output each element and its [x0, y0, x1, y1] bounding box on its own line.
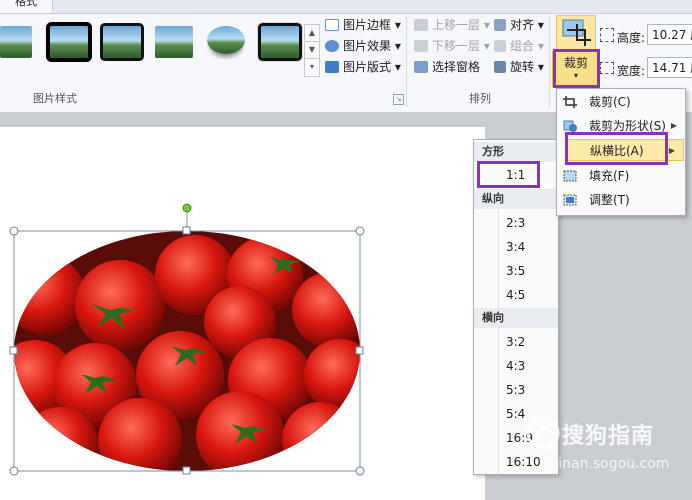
send-backward-button[interactable]: 下移一层 ▾ [414, 36, 490, 56]
chevron-right-icon: ▶ [668, 146, 675, 155]
picture-layout-icon [325, 61, 339, 73]
crop-icon [562, 19, 591, 46]
highlight-crop-button [553, 49, 600, 88]
picture-border-button[interactable]: 图片边框 ▾ [325, 15, 401, 35]
align-icon [494, 19, 506, 31]
style-thumbnail[interactable] [261, 26, 299, 58]
group-label: 组合 [510, 39, 535, 53]
group-divider [549, 16, 550, 108]
crop-button-top[interactable] [556, 15, 596, 52]
style-thumbnail[interactable] [155, 26, 193, 58]
selection-pane-label: 选择窗格 [432, 60, 481, 74]
picture-layout-label: 图片版式 [343, 60, 392, 74]
fit-icon [563, 194, 577, 206]
watermark-text: 搜狗指南 [562, 424, 655, 449]
selection-pane-icon [414, 61, 428, 73]
align-label: 对齐 [510, 18, 535, 32]
bring-forward-label: 上移一层 [432, 18, 481, 32]
picture-style-gallery: ▲ ▼ ▾ [0, 22, 320, 77]
height-icon [600, 28, 614, 42]
section-heading-landscape: 横向 [474, 308, 558, 328]
ratio-3-2[interactable]: 3:2 [474, 331, 558, 353]
width-icon [600, 62, 614, 74]
picture-effects-label: 图片效果 [343, 39, 392, 53]
style-thumbnail[interactable] [207, 26, 245, 54]
picture-layout-button[interactable]: 图片版式 ▾ [325, 57, 401, 77]
rotation-handle[interactable] [182, 203, 192, 213]
menu-item-label: 裁剪(C) [589, 95, 631, 109]
menu-item-crop[interactable]: 裁剪(C) [557, 91, 685, 113]
group-button[interactable]: 组合 ▾ [494, 36, 544, 56]
fill-icon [563, 170, 577, 182]
chevron-right-icon: ▶ [670, 121, 677, 130]
group-icon [494, 40, 506, 52]
ratio-2-3[interactable]: 2:3 [474, 212, 558, 234]
menu-item-fill[interactable]: 填充(F) [557, 165, 685, 187]
rotate-icon [494, 61, 506, 73]
picture-border-label: 图片边框 [343, 18, 392, 32]
shape-icon [563, 120, 577, 132]
tab-format[interactable]: 格式 [0, 0, 53, 14]
menu-item-label: 调整(T) [589, 193, 630, 207]
ratio-5-3[interactable]: 5:3 [474, 379, 558, 401]
highlight-aspect-ratio [565, 132, 668, 165]
align-button[interactable]: 对齐 ▾ [494, 15, 544, 35]
crop-icon [563, 96, 577, 108]
group-label-picture-styles: 图片样式 [33, 92, 77, 105]
ratio-3-4[interactable]: 3:4 [474, 236, 558, 258]
width-label: 宽度: [617, 64, 646, 78]
rotate-button[interactable]: 旋转 ▾ [494, 57, 544, 77]
send-backward-icon [414, 40, 428, 52]
group-divider [406, 16, 407, 108]
picture-effects-icon [325, 40, 339, 52]
height-field[interactable]: 10.27 厘 [647, 24, 692, 45]
section-heading-square: 方形 [474, 142, 558, 162]
style-thumbnail[interactable] [50, 26, 88, 58]
width-field[interactable]: 14.71 厘 [647, 57, 692, 78]
style-thumbnail[interactable] [103, 26, 141, 58]
picture-border-icon [325, 19, 339, 31]
watermark-url: zhinan.sogou.com [542, 456, 670, 472]
bring-forward-button[interactable]: 上移一层 ▾ [414, 15, 490, 35]
sogou-logo-icon [526, 416, 560, 450]
selected-picture[interactable] [0, 200, 380, 485]
highlight-ratio-1-1 [477, 161, 540, 188]
send-backward-label: 下移一层 [432, 39, 481, 53]
ratio-4-3[interactable]: 4:3 [474, 355, 558, 377]
selection-pane-button[interactable]: 选择窗格 [414, 57, 480, 77]
menu-item-fit[interactable]: 调整(T) [557, 189, 685, 211]
ratio-4-5[interactable]: 4:5 [474, 284, 558, 306]
height-label: 高度: [617, 31, 646, 45]
menu-item-label: 填充(F) [589, 169, 630, 183]
gallery-more[interactable]: ▾ [304, 58, 320, 77]
bring-forward-icon [414, 19, 428, 31]
watermark: 搜狗指南 zhinan.sogou.com [526, 412, 692, 478]
picture-effects-button[interactable]: 图片效果 ▾ [325, 36, 401, 56]
picture-styles-launcher-icon[interactable]: ↘ [393, 94, 404, 105]
ratio-3-5[interactable]: 3:5 [474, 260, 558, 282]
group-label-arrange: 排列 [469, 92, 491, 105]
rotate-label: 旋转 [510, 60, 535, 74]
tomato-image [14, 231, 360, 471]
ribbon-tab-strip: 格式 [0, 0, 692, 14]
section-heading-portrait: 纵向 [474, 189, 558, 209]
style-thumbnail[interactable] [0, 26, 32, 58]
